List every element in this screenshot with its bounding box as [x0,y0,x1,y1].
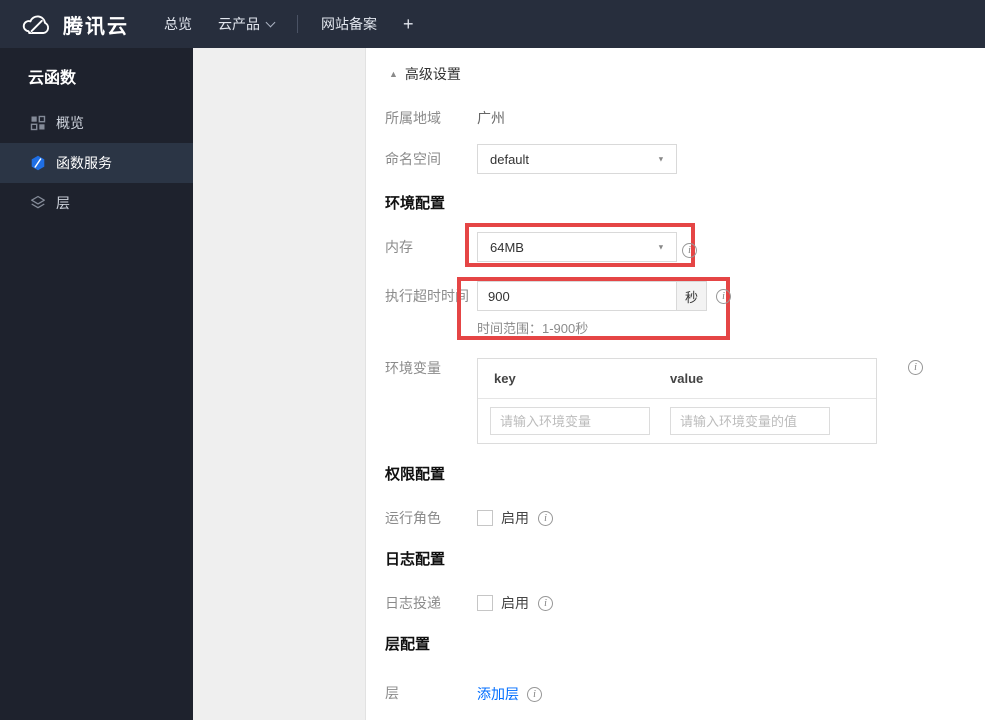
overview-grid-icon [30,115,46,131]
run-role-label: 运行角色 [385,510,441,526]
dropdown-caret-icon: ▼ [657,242,665,252]
sidebar-item-function-service[interactable]: 函数服务 [0,143,193,183]
log-delivery-label: 日志投递 [385,595,441,611]
sidebar-item-label: 函数服务 [56,155,112,171]
section-environment-config: 环境配置 [385,195,446,212]
run-role-enable-checkbox[interactable] [477,510,493,526]
nav-add-button[interactable]: + [390,0,427,48]
namespace-select-value: default [490,151,530,167]
timeout-input[interactable] [477,281,677,311]
log-delivery-info-icon[interactable]: i [538,595,553,611]
tencent-cloud-logo-icon [22,15,49,34]
memory-select[interactable]: 64MB ▼ [477,232,677,262]
layer-label: 层 [385,685,399,701]
sidebar-menu: 概览 函数服务 层 [0,103,193,223]
layer-controls: 添加层 i [477,684,542,704]
advanced-settings-label: 高级设置 [404,66,461,82]
section-layer-config: 层配置 [385,636,431,653]
log-delivery-controls: 启用 i [477,593,553,613]
timeout-annotation-box: 秒 时间范围：1-900秒 [457,277,730,340]
nav-overview-label: 总览 [164,16,192,32]
env-var-value-input[interactable] [670,407,830,435]
env-vars-key-header: key [494,371,516,386]
run-role-enable-label: 启用 [501,510,529,526]
plus-icon: + [403,13,414,34]
log-delivery-enable-checkbox[interactable] [477,595,493,611]
env-vars-header-row: key value [478,359,876,399]
timeout-input-group: 秒 [477,281,707,311]
section-log-config: 日志配置 [385,551,446,568]
log-delivery-enable-label: 启用 [501,595,529,611]
brand[interactable]: 腾讯云 [18,10,129,39]
namespace-label: 命名空间 [385,151,441,167]
sidebar-title: 云函数 [28,70,77,87]
top-nav: 总览 云产品 网站备案 + [151,0,427,48]
main-content: ▲ 高级设置 所属地域 广州 命名空间 default ▼ 环境配置 内存 64… [366,48,985,720]
sidebar-item-label: 层 [56,195,70,211]
env-vars-input-row [478,399,876,435]
sidebar-item-layers[interactable]: 层 [0,183,193,223]
sidebar: 云函数 概览 函数服务 层 [0,48,193,720]
add-layer-info-icon[interactable]: i [527,686,542,702]
topbar: 腾讯云 总览 云产品 网站备案 + [0,0,985,48]
env-vars-info-icon[interactable]: i [908,360,923,375]
nav-icp-filing-label: 网站备案 [321,16,377,32]
memory-label: 内存 [385,239,413,255]
nav-icp-filing[interactable]: 网站备案 [308,0,390,48]
sidebar-item-overview[interactable]: 概览 [0,103,193,143]
sidebar-item-label: 概览 [56,115,84,131]
run-role-info-icon[interactable]: i [538,510,553,526]
layers-icon [31,195,45,209]
namespace-select[interactable]: default ▼ [477,144,677,174]
env-var-key-input[interactable] [490,407,650,435]
run-role-controls: 启用 i [477,508,553,528]
chevron-down-icon [265,17,276,27]
nav-divider [297,15,298,33]
region-value: 广州 [477,110,505,126]
timeout-hint: 时间范围：1-900秒 [477,321,589,336]
env-vars-gap [650,407,670,435]
region-label: 所属地域 [385,110,441,126]
memory-info-icon[interactable]: i [682,243,697,258]
memory-annotation-box: 64MB ▼ [465,223,695,267]
advanced-settings-toggle[interactable]: ▲ 高级设置 [389,64,461,84]
env-vars-table: key value [477,358,877,444]
secondary-panel [193,48,366,720]
env-vars-label: 环境变量 [385,360,441,376]
nav-cloud-products[interactable]: 云产品 [205,0,287,48]
nav-overview[interactable]: 总览 [151,0,205,48]
function-service-icon [31,155,45,171]
brand-title: 腾讯云 [63,15,129,38]
memory-select-value: 64MB [490,239,524,255]
dropdown-caret-icon: ▼ [657,154,665,164]
nav-cloud-products-label: 云产品 [218,16,260,32]
timeout-unit-button[interactable]: 秒 [677,281,707,311]
collapse-arrow-icon: ▲ [389,69,398,79]
add-layer-link[interactable]: 添加层 [477,684,519,704]
env-vars-value-header: value [670,371,704,386]
section-permission-config: 权限配置 [385,466,446,483]
timeout-info-icon[interactable]: i [716,289,731,304]
